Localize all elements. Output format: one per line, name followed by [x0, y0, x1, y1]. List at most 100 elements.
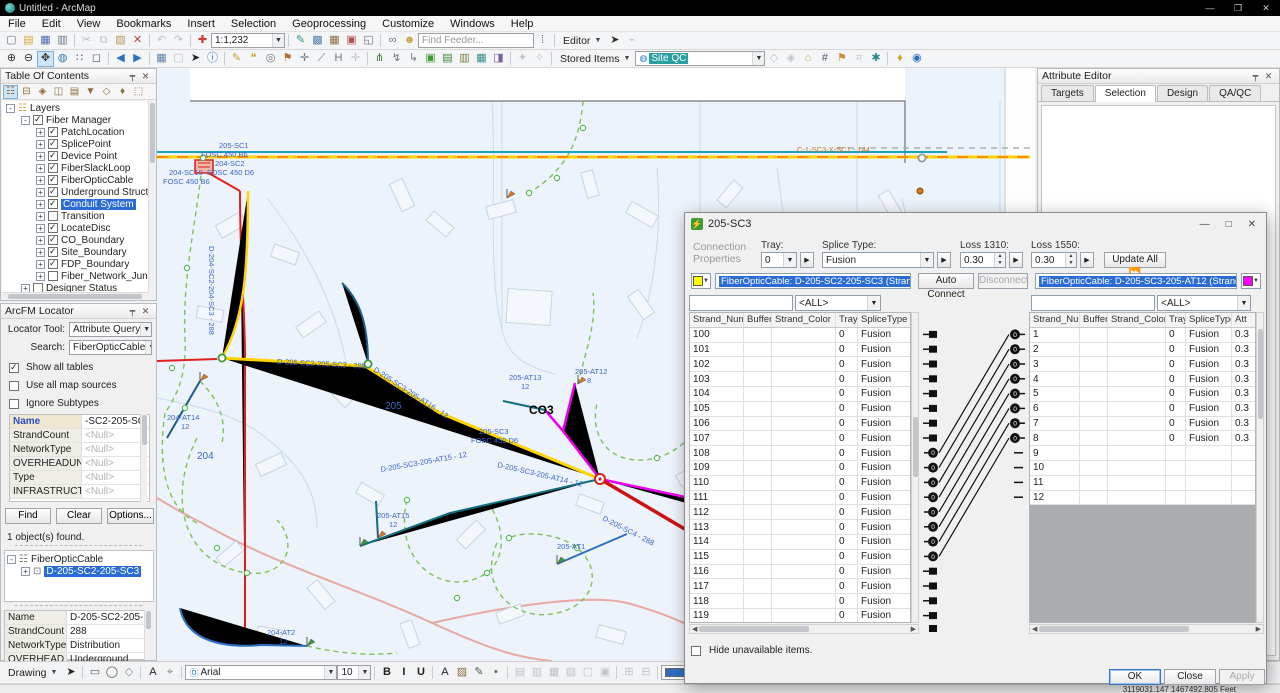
table-row[interactable]: 9	[1030, 446, 1255, 461]
right-buffer-color-swatch[interactable]: ▼	[1241, 273, 1261, 289]
menu-view[interactable]: View	[69, 18, 109, 30]
fixed-zoom-in-icon[interactable]: ∷	[71, 51, 88, 67]
table-row[interactable]: 1080Fusion	[690, 446, 910, 461]
stored-items-combo[interactable]: ◍Site QC▼	[635, 51, 765, 66]
print-icon[interactable]: ▥	[54, 33, 71, 49]
tab-qaqc[interactable]: QA/QC	[1209, 85, 1261, 101]
maximize-button[interactable]: ❐	[1224, 0, 1252, 16]
layer-checkbox[interactable]	[33, 283, 43, 292]
layer-checkbox[interactable]	[48, 187, 58, 197]
text-tool-icon[interactable]: A	[144, 664, 161, 682]
editor-menu[interactable]: Editor▼	[558, 35, 606, 47]
network-tool-1-icon[interactable]: ✦	[514, 51, 531, 67]
left-table-hscrollbar[interactable]: ◀▶	[689, 624, 919, 634]
layer-row-device-point[interactable]: +Device Point	[2, 150, 148, 162]
right-table-hscrollbar[interactable]: ◀▶	[1029, 624, 1264, 634]
delete-icon[interactable]: ✕	[129, 33, 146, 49]
right-filter-all-combo[interactable]: <ALL>▼	[1157, 295, 1251, 311]
layer-row-designer-status[interactable]: +Designer Status	[2, 282, 148, 292]
layer-row-patchlocation[interactable]: +PatchLocation	[2, 126, 148, 138]
list-by-source-icon[interactable]: ⊟	[19, 85, 34, 99]
font-combo[interactable]: ⓄArial▼	[185, 665, 337, 680]
session-manager-icon[interactable]: ⌂	[799, 51, 816, 67]
left-buffer-color-swatch[interactable]: ▼	[691, 273, 711, 289]
select-elements-icon[interactable]: ➤	[187, 51, 204, 67]
font-color-icon[interactable]: A	[436, 664, 453, 682]
copy-icon[interactable]: ⧉	[95, 33, 112, 49]
fixed-zoom-out-icon[interactable]: ◻	[88, 51, 105, 67]
checkbox-show-all-tables[interactable]: Show all tables	[9, 362, 156, 373]
table-row[interactable]: 1190Fusion	[690, 609, 910, 623]
loss-1310-spinner[interactable]: 0.30▲▼	[960, 252, 1006, 268]
bold-icon[interactable]: B	[378, 664, 395, 682]
layout-icon[interactable]: ◱	[360, 33, 377, 49]
align-4-icon[interactable]: ▧	[562, 664, 579, 682]
table-row[interactable]: 1140Fusion	[690, 535, 910, 550]
locator-tool-combo[interactable]: Attribute Query▼	[69, 322, 152, 337]
pan-tool-icon[interactable]: ✥	[37, 51, 54, 67]
table-row[interactable]: 1090Fusion	[690, 461, 910, 476]
open-folder-icon[interactable]: ▤	[20, 33, 37, 49]
table-row[interactable]: 1040Fusion	[690, 387, 910, 402]
pin-icon[interactable]: ┯	[1249, 71, 1262, 82]
left-filter-all-combo[interactable]: <ALL>▼	[795, 295, 881, 311]
layer-row-fdp-boundary[interactable]: +FDP_Boundary	[2, 258, 148, 270]
table-row[interactable]: 70Fusion0.3	[1030, 417, 1255, 432]
pin-icon[interactable]: ┯	[126, 71, 139, 82]
polygon-tool-icon[interactable]: ◇	[120, 664, 137, 682]
expand-icon[interactable]: +	[21, 567, 30, 576]
identify-icon[interactable]: ⓘ	[204, 51, 221, 67]
expander-icon[interactable]: -	[6, 104, 15, 113]
menu-windows[interactable]: Windows	[442, 18, 503, 30]
page-templates-icon[interactable]: #	[816, 51, 833, 67]
arcfm-doc-1-icon[interactable]: ▤	[439, 51, 456, 67]
table-row[interactable]: 1150Fusion	[690, 550, 910, 565]
left-cable-combo[interactable]: FiberOpticCable: D-205-SC2-205-SC3 (Stra…	[715, 273, 911, 289]
font-size-combo[interactable]: 10▼	[337, 665, 371, 680]
layer-checkbox[interactable]	[48, 139, 58, 149]
table-row[interactable]: 10Fusion0.3	[1030, 328, 1255, 343]
nudge-2-icon[interactable]: ⊟	[637, 664, 654, 682]
underline-icon[interactable]: U	[412, 664, 429, 682]
find-feeder-input[interactable]	[418, 33, 534, 48]
layer-row-locatedisc[interactable]: +LocateDisc	[2, 222, 148, 234]
table-row[interactable]: 1130Fusion	[690, 520, 910, 535]
expander-icon[interactable]: +	[36, 212, 45, 221]
layer-checkbox[interactable]	[48, 163, 58, 173]
expander-icon[interactable]: -	[21, 116, 30, 125]
toc-option-2-icon[interactable]: ▼	[83, 85, 98, 99]
viewer-icon[interactable]: ✛	[347, 51, 364, 67]
find-icon[interactable]: ◎	[262, 51, 279, 67]
go-to-xy-icon[interactable]: ✛	[296, 51, 313, 67]
layer-row-conduit-system[interactable]: +Conduit System	[2, 198, 148, 210]
close-icon[interactable]: ✕	[139, 71, 152, 82]
toc-vertical-scrollbar[interactable]	[148, 101, 156, 292]
more-options-icon[interactable]: ⁞	[534, 33, 551, 49]
stored-display-2-icon[interactable]: ◈	[782, 51, 799, 67]
detail-grid-scrollbar[interactable]	[144, 610, 151, 660]
undo-icon[interactable]: ↶	[153, 33, 170, 49]
menu-geoprocessing[interactable]: Geoprocessing	[284, 18, 374, 30]
align-1-icon[interactable]: ▤	[511, 664, 528, 682]
measure-icon[interactable]: ⟋	[313, 51, 330, 67]
layer-checkbox[interactable]	[48, 199, 58, 209]
close-icon[interactable]: ✕	[139, 306, 152, 317]
find-route-icon[interactable]: ⚑	[279, 51, 296, 67]
full-extent-icon[interactable]: ◍	[54, 51, 71, 67]
zoom-in-icon[interactable]: ⊕	[3, 51, 20, 67]
layer-row-co-boundary[interactable]: +CO_Boundary	[2, 234, 148, 246]
checkbox-icon[interactable]	[9, 399, 19, 409]
tab-selection[interactable]: Selection	[1095, 85, 1156, 102]
map-tool-2-icon[interactable]: ▦	[326, 33, 343, 49]
layer-checkbox[interactable]	[48, 271, 58, 281]
expander-icon[interactable]: +	[36, 200, 45, 209]
clear-selection-icon[interactable]: ▢	[170, 51, 187, 67]
table-row[interactable]: 1110Fusion	[690, 491, 910, 506]
tray-combo[interactable]: 0▼	[761, 252, 797, 268]
table-row[interactable]: 1000Fusion	[690, 328, 910, 343]
select-features-icon[interactable]: ▦	[153, 51, 170, 67]
layer-checkbox[interactable]	[48, 175, 58, 185]
editor-sketch-icon[interactable]: ✎	[292, 33, 309, 49]
html-popup-icon[interactable]: ❝	[245, 51, 262, 67]
rectangle-tool-icon[interactable]: ▭	[86, 664, 103, 682]
